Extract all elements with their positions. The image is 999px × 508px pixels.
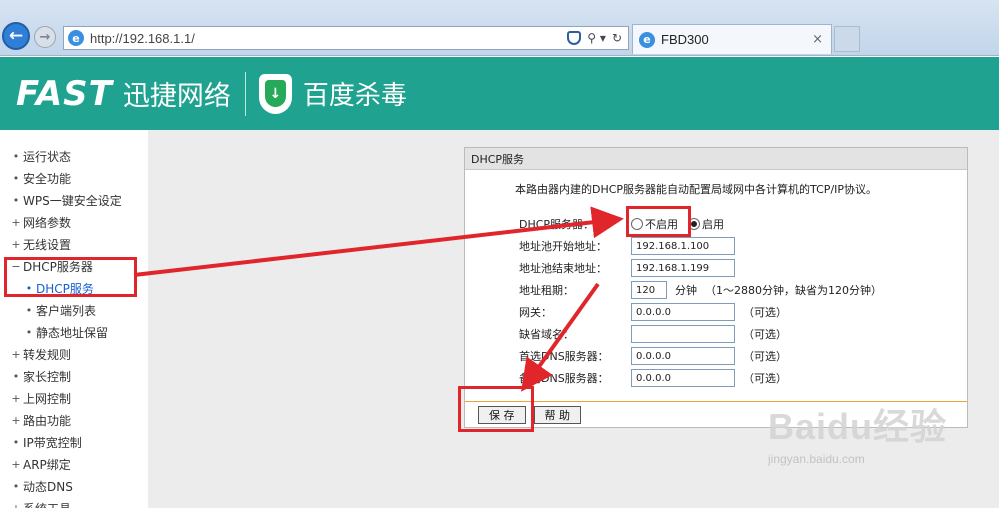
- sidebar-item-wps[interactable]: • WPS一键安全设定: [9, 190, 122, 210]
- back-arrow-icon: ←: [8, 26, 24, 46]
- banner-divider: [244, 71, 246, 116]
- lease-hint: （1～2880分钟，缺省为120分钟）: [705, 284, 882, 297]
- ie-page-icon: e: [68, 30, 84, 46]
- end-address-input[interactable]: 192.168.1.199: [631, 259, 735, 277]
- screen: ← → e http://192.168.1.1/ ⚲ ▾ ↻ e FBD300…: [0, 0, 999, 508]
- optional-note: （可选）: [743, 350, 787, 363]
- dhcp-settings-panel: DHCP服务 本路由器内建的DHCP服务器能自动配置局域网中各计算机的TCP/I…: [464, 147, 968, 428]
- address-tools: ⚲ ▾ ↻: [567, 31, 622, 45]
- sidebar-item-network[interactable]: + 网络参数: [9, 212, 71, 232]
- tab-favicon-icon: e: [639, 31, 655, 48]
- watermark-main: Baidu经验: [768, 406, 948, 447]
- panel-description: 本路由器内建的DHCP服务器能自动配置局域网中各计算机的TCP/IP协议。: [515, 183, 878, 196]
- sidebar-item-client-list[interactable]: • 客户端列表: [22, 300, 96, 320]
- sidebar-item-routing[interactable]: + 路由功能: [9, 410, 71, 430]
- tab-close-icon[interactable]: ×: [812, 32, 823, 47]
- browser-toolbar: ← → e http://192.168.1.1/ ⚲ ▾ ↻ e FBD300…: [0, 0, 999, 56]
- gateway-input[interactable]: 0.0.0.0: [631, 303, 735, 321]
- lease-label: 地址租期：: [519, 284, 574, 297]
- router-banner: FAST 迅捷网络 ↓ 百度杀毒: [0, 57, 999, 130]
- forward-arrow-icon: →: [39, 29, 51, 45]
- domain-row: 缺省域名： （可选）: [519, 324, 787, 344]
- start-address-row: 地址池开始地址： 192.168.1.100: [519, 236, 735, 256]
- baidu-jingyan-watermark: Baidu经验 jingyan.baidu.com: [768, 398, 947, 466]
- help-button[interactable]: 帮 助: [533, 405, 581, 424]
- partner-name: 百度杀毒: [302, 81, 407, 111]
- lease-input[interactable]: 120: [631, 281, 667, 299]
- sidebar-item-forwarding[interactable]: + 转发规则: [9, 344, 71, 364]
- annotation-box-disable: [626, 206, 691, 237]
- annotation-box-sidebar: [4, 257, 137, 297]
- brand-subtitle: 迅捷网络: [122, 81, 231, 112]
- baidu-antivirus-shield-icon: ↓: [258, 73, 292, 114]
- lease-unit: 分钟: [675, 284, 697, 297]
- end-address-label: 地址池结束地址：: [519, 262, 607, 275]
- dns2-label: 备用DNS服务器：: [519, 372, 609, 385]
- dns2-input[interactable]: 0.0.0.0: [631, 369, 735, 387]
- tab-title: FBD300: [661, 32, 709, 47]
- panel-title: DHCP服务: [465, 148, 967, 170]
- fast-logo: FAST: [16, 73, 113, 114]
- end-address-row: 地址池结束地址： 192.168.1.199: [519, 258, 735, 278]
- gateway-row: 网关： 0.0.0.0 （可选）: [519, 302, 787, 322]
- annotation-box-save: [458, 386, 534, 432]
- search-icon[interactable]: ⚲ ▾: [587, 31, 606, 45]
- dns2-row: 备用DNS服务器： 0.0.0.0 （可选）: [519, 368, 787, 388]
- optional-note: （可选）: [743, 372, 787, 385]
- dns1-input[interactable]: 0.0.0.0: [631, 347, 735, 365]
- sidebar-item-security[interactable]: • 安全功能: [9, 168, 71, 188]
- sidebar-item-arp[interactable]: + ARP绑定: [9, 454, 70, 474]
- dns1-row: 首选DNS服务器： 0.0.0.0 （可选）: [519, 346, 787, 366]
- back-button[interactable]: ←: [2, 22, 30, 50]
- start-address-label: 地址池开始地址：: [519, 240, 607, 253]
- gateway-label: 网关：: [519, 306, 552, 319]
- address-bar[interactable]: e http://192.168.1.1/ ⚲ ▾ ↻: [63, 26, 629, 50]
- sidebar-item-parental[interactable]: • 家长控制: [9, 366, 71, 386]
- url-text[interactable]: http://192.168.1.1/: [90, 31, 567, 46]
- dns1-label: 首选DNS服务器：: [519, 350, 609, 363]
- sidebar-item-bandwidth[interactable]: • IP带宽控制: [9, 432, 82, 452]
- new-tab-button[interactable]: [834, 26, 860, 52]
- sidebar-item-ddns[interactable]: • 动态DNS: [9, 476, 73, 496]
- browser-tab[interactable]: e FBD300 ×: [632, 24, 832, 54]
- lease-row: 地址租期： 120 分钟 （1～2880分钟，缺省为120分钟）: [519, 280, 882, 300]
- dhcp-server-label: DHCP服务器：: [519, 218, 595, 231]
- forward-button[interactable]: →: [34, 26, 56, 48]
- sidebar-menu: • 运行状态 • 安全功能 • WPS一键安全设定 + 网络参数 + 无线设置 − DHCP…: [0, 130, 148, 508]
- sidebar-item-wireless[interactable]: + 无线设置: [9, 234, 71, 254]
- domain-label: 缺省域名：: [519, 328, 574, 341]
- optional-note: （可选）: [743, 306, 787, 319]
- sidebar-item-system-tools[interactable]: +系统工具: [9, 498, 71, 508]
- start-address-input[interactable]: 192.168.1.100: [631, 237, 735, 255]
- sidebar-item-access-control[interactable]: + 上网控制: [9, 388, 71, 408]
- domain-input[interactable]: [631, 325, 735, 343]
- optional-note: （可选）: [743, 328, 787, 341]
- dhcp-enable-option[interactable]: 启用: [688, 216, 724, 232]
- sidebar-item-status[interactable]: • 运行状态: [9, 146, 71, 166]
- compatibility-shield-icon[interactable]: [567, 31, 582, 45]
- watermark-url: jingyan.baidu.com: [768, 452, 865, 466]
- sidebar-item-static-reservation[interactable]: • 静态地址保留: [22, 322, 108, 342]
- refresh-icon[interactable]: ↻: [612, 31, 622, 45]
